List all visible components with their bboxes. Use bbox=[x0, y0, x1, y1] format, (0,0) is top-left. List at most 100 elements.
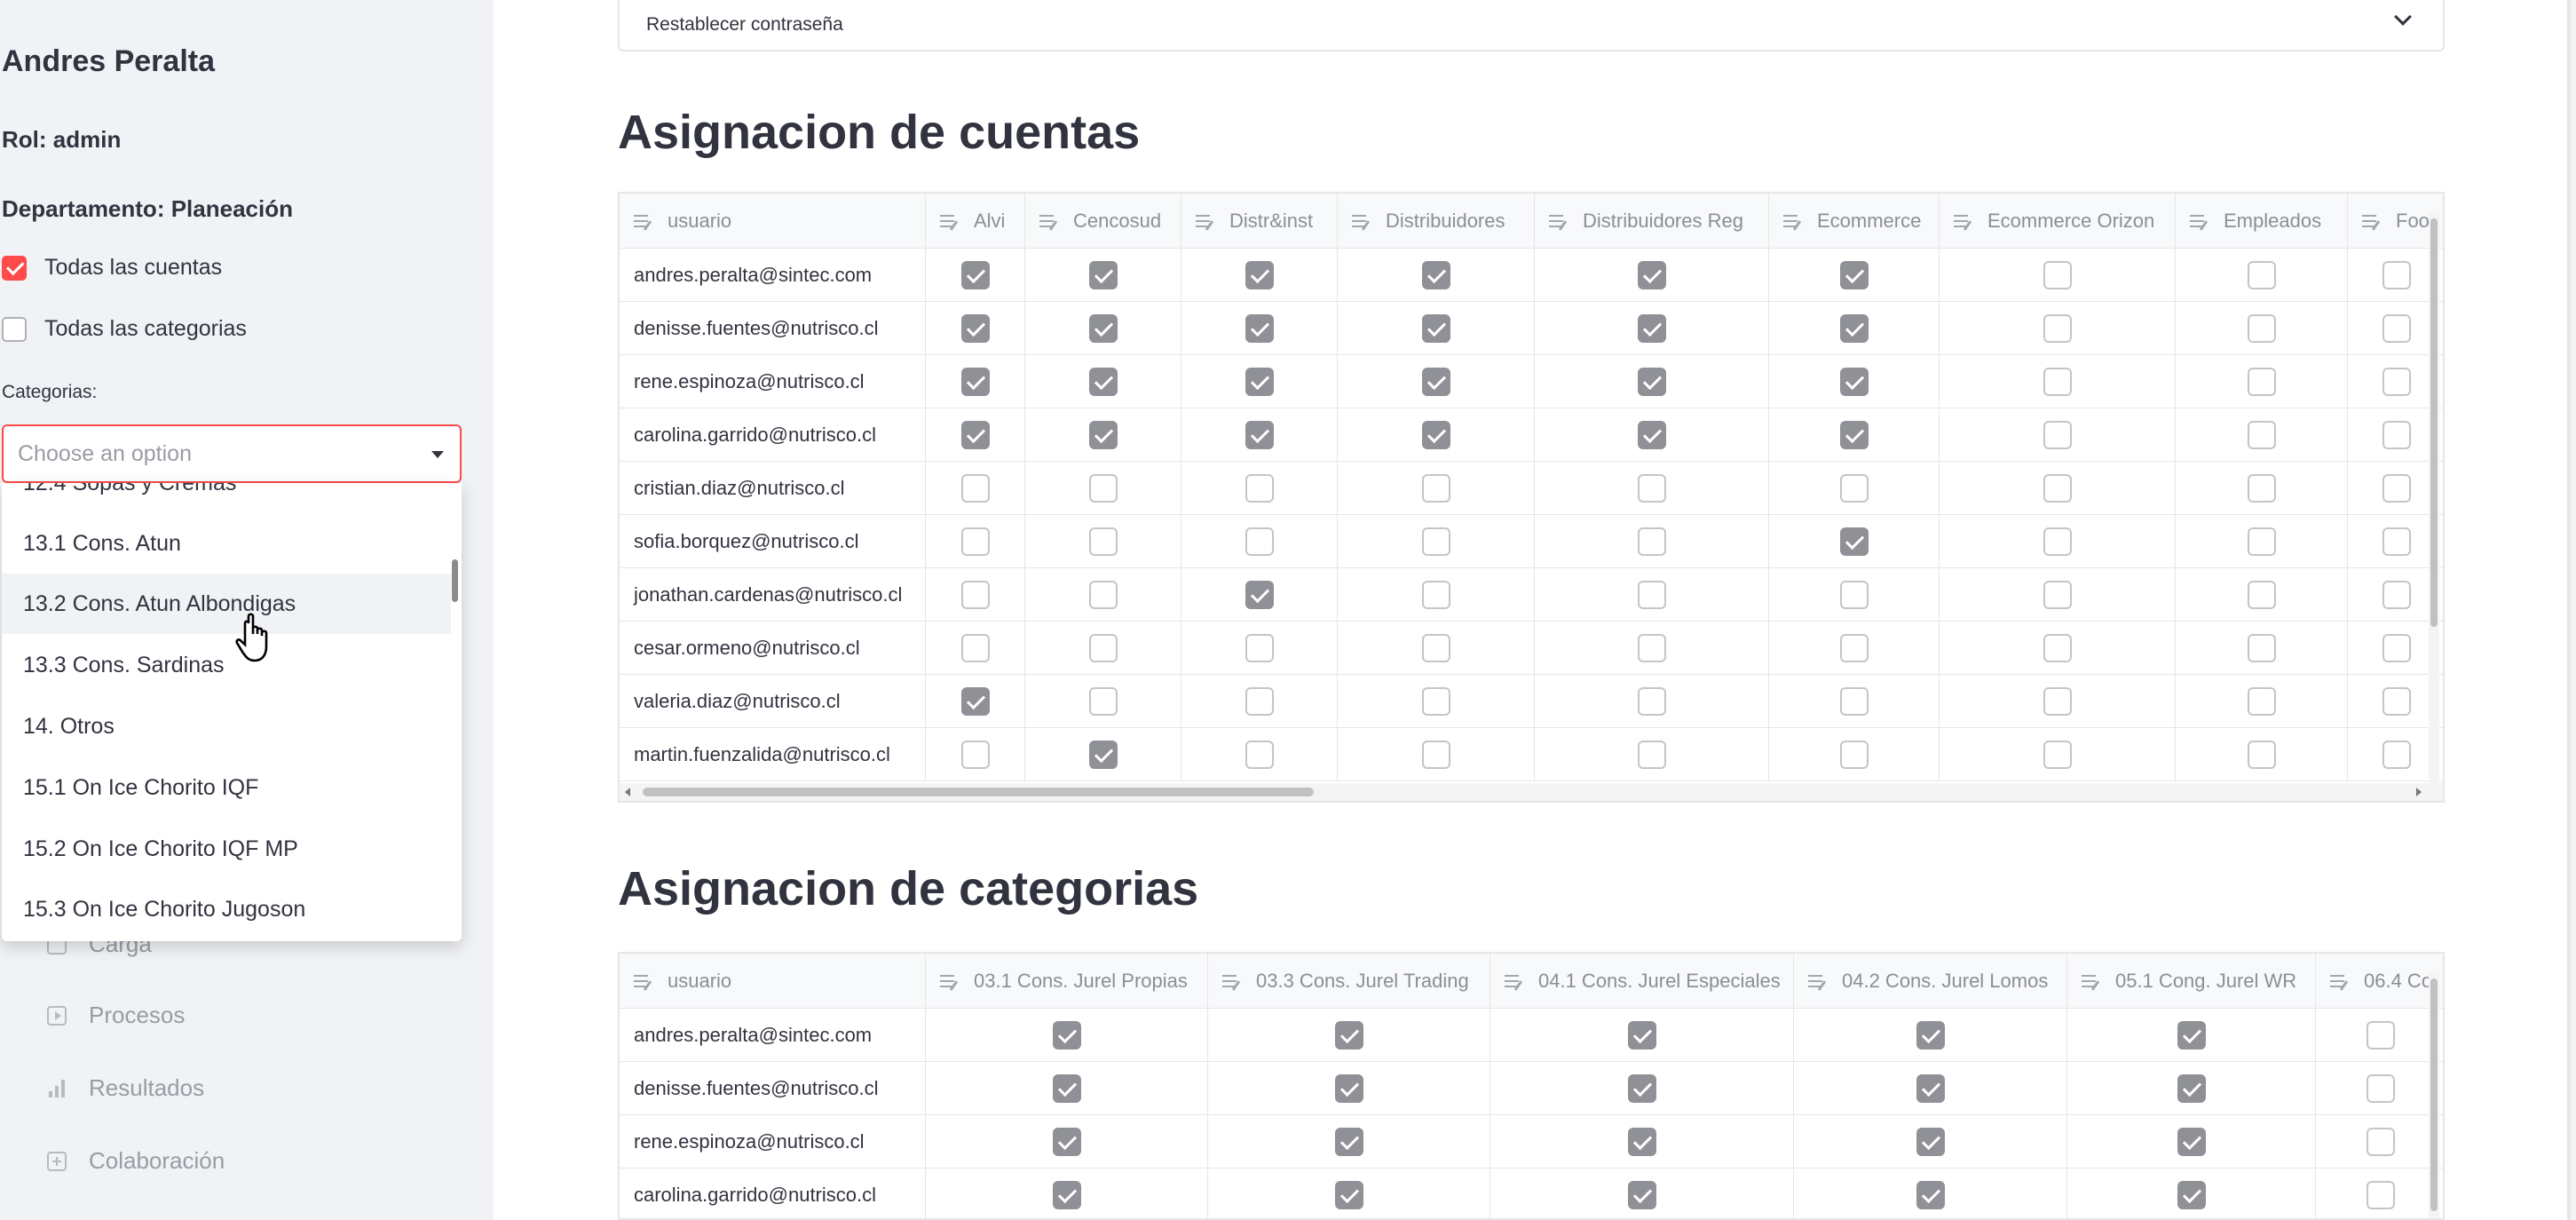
column-header[interactable]: 05.1 Cong. Jurel WR bbox=[2067, 954, 2316, 1008]
dropdown-option-hovered[interactable]: 13.2 Cons. Atun Albondigas bbox=[2, 574, 451, 634]
checkbox-unchecked[interactable] bbox=[1088, 580, 1118, 609]
column-header[interactable]: Distribuidores bbox=[1338, 194, 1535, 248]
column-header[interactable]: 03.3 Cons. Jurel Trading bbox=[1208, 954, 1490, 1008]
checkbox-unchecked[interactable] bbox=[1421, 580, 1450, 609]
checkbox-checked[interactable] bbox=[1839, 527, 1869, 556]
checkbox-unchecked[interactable] bbox=[1637, 473, 1666, 503]
checkbox-checked[interactable] bbox=[1839, 313, 1869, 343]
cell-usuario[interactable]: valeria.diaz@nutrisco.cl bbox=[620, 675, 926, 727]
checkbox-unchecked[interactable] bbox=[1839, 473, 1869, 503]
cell-usuario[interactable]: rene.espinoza@nutrisco.cl bbox=[620, 1115, 926, 1168]
cell-usuario[interactable]: martin.fuenzalida@nutrisco.cl bbox=[620, 728, 926, 780]
caret-down-icon[interactable] bbox=[431, 451, 444, 458]
checkbox-unchecked[interactable] bbox=[2043, 420, 2072, 449]
checkbox-unchecked[interactable] bbox=[2382, 367, 2411, 396]
checkbox-checked[interactable] bbox=[1052, 1127, 1081, 1156]
checkbox-checked-icon[interactable] bbox=[2, 255, 27, 281]
checkbox-unchecked[interactable] bbox=[2247, 527, 2276, 556]
cell-usuario[interactable]: jonathan.cardenas@nutrisco.cl bbox=[620, 568, 926, 621]
checkbox-checked[interactable] bbox=[1052, 1020, 1081, 1050]
checkbox-unchecked[interactable] bbox=[1421, 633, 1450, 662]
column-header[interactable]: 03.1 Cons. Jurel Propias bbox=[926, 954, 1208, 1008]
checkbox-unchecked[interactable] bbox=[2382, 420, 2411, 449]
dropdown-option[interactable]: 14. Otros bbox=[2, 696, 451, 757]
checkbox-unchecked[interactable] bbox=[2247, 686, 2276, 716]
checkbox-unchecked[interactable] bbox=[1637, 686, 1666, 716]
checkbox-checked[interactable] bbox=[1088, 740, 1118, 769]
checkbox-checked[interactable] bbox=[1637, 313, 1666, 343]
cell-usuario[interactable]: cesar.ormeno@nutrisco.cl bbox=[620, 622, 926, 674]
dropdown-option[interactable]: 13.1 Cons. Atun bbox=[2, 513, 451, 574]
checkbox-checked[interactable] bbox=[1088, 260, 1118, 289]
checkbox-checked[interactable] bbox=[1245, 367, 1274, 396]
todas-categorias-checkbox[interactable]: Todas las categorias bbox=[2, 316, 247, 342]
checkbox-checked[interactable] bbox=[1245, 260, 1274, 289]
checkbox-checked[interactable] bbox=[960, 260, 990, 289]
checkbox-checked[interactable] bbox=[2177, 1127, 2206, 1156]
checkbox-checked[interactable] bbox=[1334, 1073, 1363, 1103]
cell-usuario[interactable]: carolina.garrido@nutrisco.cl bbox=[620, 1169, 926, 1218]
checkbox-checked[interactable] bbox=[1916, 1073, 1945, 1103]
checkbox-unchecked[interactable] bbox=[2043, 473, 2072, 503]
column-header[interactable]: Cencosud bbox=[1025, 194, 1181, 248]
checkbox-checked[interactable] bbox=[1334, 1180, 1363, 1209]
checkbox-checked[interactable] bbox=[1421, 260, 1450, 289]
checkbox-checked[interactable] bbox=[1052, 1180, 1081, 1209]
checkbox-unchecked-icon[interactable] bbox=[2, 316, 27, 342]
vertical-scrollbar[interactable] bbox=[2429, 211, 2439, 785]
checkbox-unchecked[interactable] bbox=[2367, 1180, 2395, 1209]
checkbox-unchecked[interactable] bbox=[1245, 686, 1274, 716]
checkbox-unchecked[interactable] bbox=[1245, 633, 1274, 662]
column-header[interactable]: Distribuidores Reg bbox=[1535, 194, 1769, 248]
column-header[interactable]: 04.2 Cons. Jurel Lomos bbox=[1794, 954, 2067, 1008]
scroll-left-arrow-icon[interactable] bbox=[625, 788, 630, 796]
checkbox-unchecked[interactable] bbox=[2382, 580, 2411, 609]
cuentas-table[interactable]: usuario Alvi Cencosud Distr&inst Distrib… bbox=[618, 192, 2445, 803]
reset-password-expander[interactable]: Restablecer contraseña bbox=[618, 0, 2445, 51]
checkbox-unchecked[interactable] bbox=[2043, 367, 2072, 396]
column-header[interactable]: Ecommerce bbox=[1769, 194, 1940, 248]
checkbox-unchecked[interactable] bbox=[1088, 473, 1118, 503]
cell-usuario[interactable]: denisse.fuentes@nutrisco.cl bbox=[620, 302, 926, 354]
checkbox-unchecked[interactable] bbox=[2382, 527, 2411, 556]
cell-usuario[interactable]: denisse.fuentes@nutrisco.cl bbox=[620, 1062, 926, 1114]
checkbox-unchecked[interactable] bbox=[2382, 313, 2411, 343]
checkbox-unchecked[interactable] bbox=[1637, 633, 1666, 662]
column-header[interactable]: 06.4 Co bbox=[2316, 954, 2443, 1008]
checkbox-unchecked[interactable] bbox=[2043, 686, 2072, 716]
categorias-multiselect[interactable]: Choose an option bbox=[2, 424, 462, 483]
checkbox-unchecked[interactable] bbox=[2043, 260, 2072, 289]
checkbox-checked[interactable] bbox=[960, 420, 990, 449]
checkbox-unchecked[interactable] bbox=[2247, 473, 2276, 503]
checkbox-unchecked[interactable] bbox=[1839, 633, 1869, 662]
checkbox-unchecked[interactable] bbox=[2043, 580, 2072, 609]
checkbox-unchecked[interactable] bbox=[1245, 740, 1274, 769]
column-header[interactable]: 04.1 Cons. Jurel Especiales bbox=[1490, 954, 1794, 1008]
checkbox-unchecked[interactable] bbox=[1245, 473, 1274, 503]
checkbox-unchecked[interactable] bbox=[1421, 527, 1450, 556]
checkbox-unchecked[interactable] bbox=[2382, 633, 2411, 662]
checkbox-checked[interactable] bbox=[1627, 1180, 1656, 1209]
checkbox-checked[interactable] bbox=[2177, 1180, 2206, 1209]
cell-usuario[interactable]: sofia.borquez@nutrisco.cl bbox=[620, 515, 926, 567]
checkbox-checked[interactable] bbox=[1088, 367, 1118, 396]
scrollbar-thumb[interactable] bbox=[643, 788, 1314, 796]
chevron-down-icon[interactable] bbox=[2394, 8, 2412, 26]
checkbox-unchecked[interactable] bbox=[2247, 313, 2276, 343]
checkbox-checked[interactable] bbox=[2177, 1073, 2206, 1103]
checkbox-checked[interactable] bbox=[2177, 1020, 2206, 1050]
checkbox-checked[interactable] bbox=[1637, 367, 1666, 396]
checkbox-unchecked[interactable] bbox=[1839, 580, 1869, 609]
checkbox-unchecked[interactable] bbox=[1637, 740, 1666, 769]
column-header[interactable]: Ecommerce Orizon bbox=[1940, 194, 2176, 248]
checkbox-unchecked[interactable] bbox=[2247, 580, 2276, 609]
checkbox-unchecked[interactable] bbox=[1421, 740, 1450, 769]
horizontal-scrollbar[interactable] bbox=[620, 783, 2443, 801]
nav-procesos[interactable]: Procesos bbox=[44, 1002, 185, 1029]
cell-usuario[interactable]: cristian.diaz@nutrisco.cl bbox=[620, 462, 926, 514]
checkbox-checked[interactable] bbox=[1245, 420, 1274, 449]
checkbox-unchecked[interactable] bbox=[1839, 686, 1869, 716]
checkbox-unchecked[interactable] bbox=[960, 580, 990, 609]
dropdown-option[interactable]: 15.1 On Ice Chorito IQF bbox=[2, 757, 451, 818]
checkbox-unchecked[interactable] bbox=[960, 473, 990, 503]
